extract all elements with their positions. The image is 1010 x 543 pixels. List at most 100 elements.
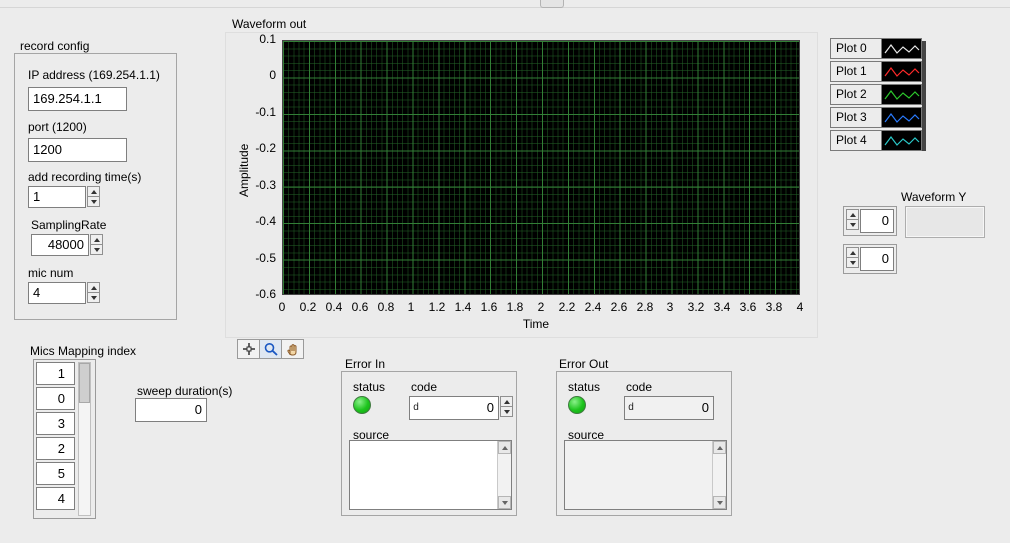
waveform-plot-area[interactable] [282, 40, 800, 295]
decrement-button[interactable] [87, 196, 100, 207]
waveform-y-input-1[interactable]: 0 [860, 209, 894, 233]
down-arrow-icon [91, 296, 97, 300]
mics-mapping-label: Mics Mapping index [30, 344, 136, 358]
port-input[interactable]: 1200 [28, 138, 127, 162]
waveform-y-spinner-1 [846, 209, 859, 233]
ip-address-input[interactable]: 169.254.1.1 [28, 87, 127, 111]
port-label: port (1200) [28, 120, 87, 134]
down-arrow-icon [502, 501, 508, 505]
up-arrow-icon [502, 446, 508, 450]
y-tick: -0.2 [230, 141, 276, 155]
code-indicator: d 0 [624, 396, 714, 420]
plot-line-sample-icon [881, 39, 921, 58]
record-config-title: record config [20, 39, 89, 53]
legend-row-plot-1[interactable]: Plot 1 [830, 61, 922, 82]
legend-shadow [922, 41, 926, 151]
up-arrow-icon [504, 400, 510, 404]
source-scrollbar[interactable] [497, 441, 511, 509]
decrement-button[interactable] [90, 244, 103, 255]
error-out-cluster: status code d 0 source [556, 371, 732, 516]
legend-row-plot-2[interactable]: Plot 2 [830, 84, 922, 105]
scroll-down-button[interactable] [713, 496, 726, 509]
graph-tool-palette [237, 339, 304, 359]
scroll-up-button[interactable] [713, 441, 726, 454]
magnifier-icon [263, 342, 279, 356]
chart-title: Waveform out [232, 17, 306, 31]
source-textarea[interactable] [349, 440, 512, 510]
y-tick: 0.1 [230, 32, 276, 46]
zoom-tool-button[interactable] [259, 339, 282, 359]
scrollbar-thumb[interactable] [79, 363, 90, 403]
scroll-up-button[interactable] [498, 441, 511, 454]
decrement-button[interactable] [500, 406, 513, 417]
waveform-y-spinner-2 [846, 247, 859, 271]
waveform-y-label: Waveform Y [901, 190, 966, 204]
up-arrow-icon [850, 251, 856, 255]
array-cell[interactable]: 4 [36, 487, 75, 510]
status-led[interactable] [353, 396, 371, 414]
down-arrow-icon [850, 223, 856, 227]
down-arrow-icon [717, 501, 723, 505]
sweep-duration-label: sweep duration(s) [137, 384, 232, 398]
array-cell[interactable]: 5 [36, 462, 75, 485]
source-scrollbar[interactable] [712, 441, 726, 509]
splitter-handle[interactable] [540, 0, 564, 8]
sampling-rate-control: 48000 [31, 234, 103, 256]
y-tick: -0.1 [230, 105, 276, 119]
array-cell[interactable]: 2 [36, 437, 75, 460]
pane-divider-line [0, 7, 1010, 8]
waveform-y-indicator [905, 206, 985, 238]
crosshair-icon [241, 342, 257, 356]
y-tick: 0 [230, 68, 276, 82]
legend-label: Plot 4 [831, 131, 881, 150]
mic-num-input[interactable]: 4 [28, 282, 86, 304]
pan-tool-button[interactable] [281, 339, 304, 359]
legend-row-plot-4[interactable]: Plot 4 [830, 130, 922, 151]
recording-time-input[interactable]: 1 [28, 186, 86, 208]
legend-row-plot-0[interactable]: Plot 0 [830, 38, 922, 59]
legend-label: Plot 0 [831, 39, 881, 58]
plot-line-sample-icon [881, 85, 921, 104]
decrement-button[interactable] [87, 292, 100, 303]
decrement-button[interactable] [846, 219, 859, 230]
legend-row-plot-3[interactable]: Plot 3 [830, 107, 922, 128]
sampling-rate-spinner [90, 234, 103, 255]
y-tick: -0.5 [230, 251, 276, 265]
source-text[interactable] [350, 441, 497, 509]
legend-label: Plot 1 [831, 62, 881, 81]
array-cell[interactable]: 3 [36, 412, 75, 435]
code-value: 0 [637, 397, 713, 419]
move-tool-button[interactable] [237, 339, 260, 359]
plot-line-sample-icon [881, 108, 921, 127]
code-value: 0 [422, 397, 498, 419]
scroll-down-button[interactable] [498, 496, 511, 509]
up-arrow-icon [94, 238, 100, 242]
mics-mapping-array: 1 0 3 2 5 4 [33, 359, 96, 519]
status-label: status [353, 380, 385, 394]
array-cell[interactable]: 0 [36, 387, 75, 410]
decrement-button[interactable] [846, 257, 859, 268]
mic-num-label: mic num [28, 266, 73, 280]
sweep-duration-input[interactable]: 0 [135, 398, 207, 422]
record-config-frame: IP address (169.254.1.1) 169.254.1.1 por… [14, 53, 177, 320]
legend-label: Plot 3 [831, 108, 881, 127]
mic-num-control: 4 [28, 282, 100, 304]
labview-front-panel: { "record_config": { "title": "record co… [0, 0, 1010, 543]
array-scrollbar[interactable] [78, 362, 91, 516]
source-text [565, 441, 712, 509]
radix-indicator[interactable]: d [410, 397, 422, 419]
recording-time-control: 1 [28, 186, 100, 208]
status-led [568, 396, 586, 414]
sampling-rate-input[interactable]: 48000 [31, 234, 89, 256]
hand-icon [285, 342, 301, 356]
down-arrow-icon [94, 248, 100, 252]
down-arrow-icon [91, 200, 97, 204]
up-arrow-icon [91, 190, 97, 194]
source-display [564, 440, 727, 510]
radix-indicator: d [625, 397, 637, 419]
waveform-y-input-2[interactable]: 0 [860, 247, 894, 271]
up-arrow-icon [91, 286, 97, 290]
code-display: d 0 [624, 396, 714, 420]
array-cell[interactable]: 1 [36, 362, 75, 385]
code-input[interactable]: d 0 [409, 396, 499, 420]
